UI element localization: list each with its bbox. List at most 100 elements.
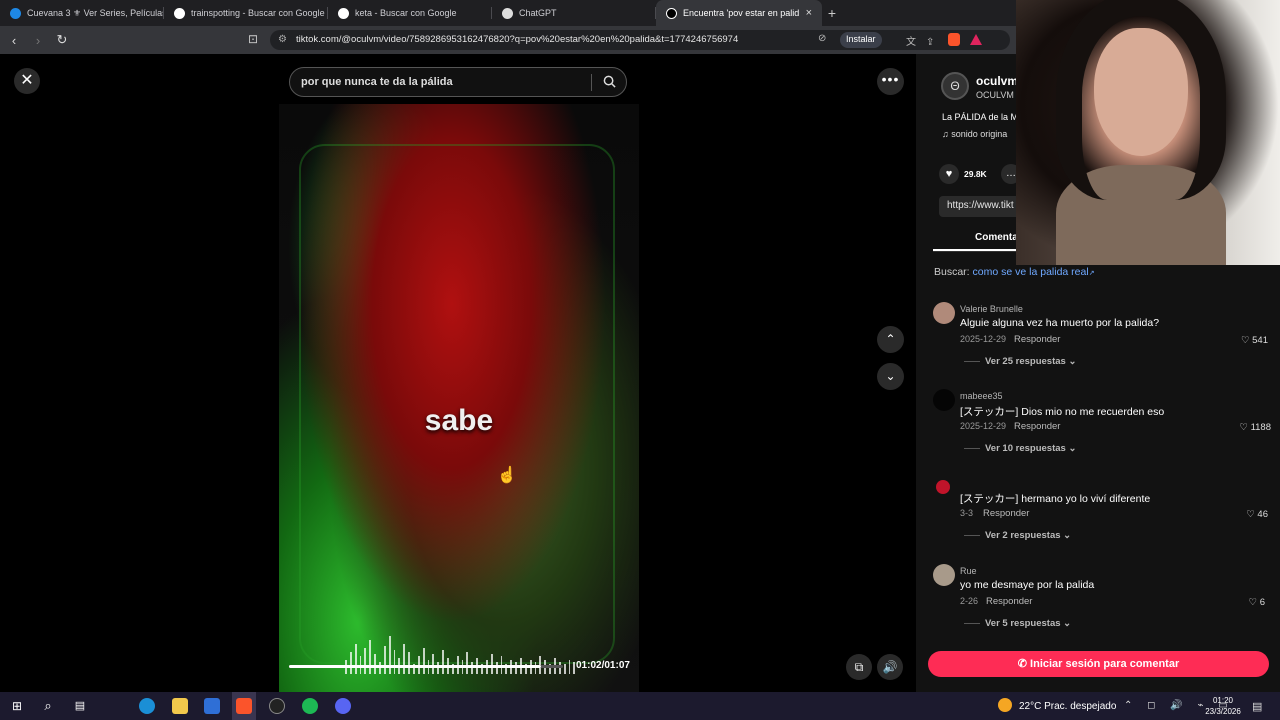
weather-icon[interactable] [998,698,1012,712]
brave-shield-icon[interactable] [948,33,960,46]
address-bar-row: ‹ › ↻ ⊡ ⚙ tiktok.com/@oculvm/video/75892… [0,26,1016,54]
view-replies-button[interactable]: Ver 25 respuestas ⌄ [964,356,1076,367]
close-video-button[interactable]: ✕ [14,68,40,94]
spotify-icon[interactable] [302,698,318,714]
comment-like-count: 1188 [1250,422,1271,433]
tab-label: keta - Buscar con Google [355,8,457,18]
brave-rewards-icon[interactable] [970,34,982,45]
tab-tiktok-active[interactable]: Encuentra 'pov estar en palid × [656,0,822,26]
waveform-bar [364,648,367,674]
reload-icon[interactable]: ↻ [52,32,72,48]
task-view-icon[interactable]: ▤ [72,698,88,714]
login-to-comment-button[interactable]: ✆ Iniciar sesión para comentar [928,651,1269,677]
view-replies-button[interactable]: Ver 2 respuestas ⌄ [964,530,1071,541]
site-info-icon[interactable]: ⚙ [278,34,287,45]
obs-icon[interactable] [269,698,285,714]
music-label[interactable]: ♫ sonido origina [942,129,1007,139]
url-text: tiktok.com/@oculvm/video/758928695316247… [296,34,739,45]
view-replies-button[interactable]: Ver 10 respuestas ⌄ [964,443,1076,454]
copilot-icon[interactable] [106,698,122,714]
notifications-icon[interactable]: ▤ [1252,700,1262,713]
video-player[interactable]: sabe [279,104,639,692]
comment-username[interactable]: Rue [960,566,977,576]
waveform-bar [403,644,406,674]
view-replies-button[interactable]: Ver 5 respuestas ⌄ [964,618,1071,629]
next-video-button[interactable]: ⌄ [877,363,904,390]
search-suggestion: Buscar: como se ve la palida real↗ [934,266,1095,278]
reply-button[interactable]: Responder [986,596,1032,607]
comment-text: [ステッカー] hermano yo lo viví diferente [960,493,1151,505]
search-icon[interactable] [603,75,616,88]
more-options-button[interactable]: ••• [877,68,904,95]
tab-label: Encuentra 'pov estar en palid [683,8,800,18]
waveform-bar [374,654,377,674]
tab-close-icon[interactable]: × [806,7,812,19]
comment-like[interactable]: ♡ 6 [1219,597,1265,608]
author-name[interactable]: oculvm [976,74,1018,88]
comment-like[interactable]: ♡ 46 [1222,509,1268,520]
back-icon[interactable]: ‹ [4,33,24,48]
commenter-avatar[interactable] [936,480,950,494]
translate-share-icons[interactable]: 文⇪ [906,33,944,48]
waveform-bar [466,652,469,674]
previous-video-button[interactable]: ⌃ [877,326,904,353]
picture-in-picture-icon[interactable]: ⧉ [846,654,872,680]
comment-username[interactable]: mabeee35 [960,391,1003,401]
waveform-bar [534,662,537,674]
url-field[interactable]: ⚙ tiktok.com/@oculvm/video/7589286953162… [270,30,1010,50]
volume-icon[interactable]: 🔊 [877,654,903,680]
search-suggestion-icon: ↗ [1088,270,1095,277]
author-avatar[interactable]: Θ [941,72,969,100]
tab-keta[interactable]: keta - Buscar con Google [328,0,492,26]
waveform-bar [388,636,391,674]
waveform-bar [515,662,517,674]
reply-button[interactable]: Responder [983,508,1029,519]
reply-button[interactable]: Responder [1014,334,1060,345]
tab-trainspotting[interactable]: trainspotting - Buscar con Google [164,0,328,26]
comment-like-count: 6 [1259,597,1265,608]
weather-text[interactable]: 22°C Prac. despejado [1019,701,1116,712]
waveform-bar [422,648,425,674]
tiktok-favicon-icon [666,7,677,19]
file-explorer-icon[interactable] [172,698,188,714]
system-clock[interactable]: 01:20 23/3/2026 [1200,695,1246,717]
comment-like[interactable]: ♡ 1188 [1225,422,1271,433]
waveform-bar [369,640,372,674]
bookmark-icon[interactable]: ⊡ [248,32,258,46]
commenter-avatar[interactable] [933,302,955,324]
waveform-bar [568,660,571,674]
like-count: 29.8K [964,169,987,179]
search-suggestion-link[interactable]: como se ve la palida real [973,266,1089,278]
comment-text: yo me desmaye por la palida [960,579,1095,591]
google-favicon-icon [174,7,185,19]
chatgpt-favicon-icon [502,7,513,19]
search-taskbar-icon[interactable]: ⌕ [40,698,56,714]
reader-mode-icon[interactable]: ⊘ [818,33,838,44]
comment-username[interactable]: Valerie Brunelle [960,304,1023,314]
view-replies-label: Ver 10 respuestas [985,443,1066,454]
commenter-avatar[interactable] [933,389,955,411]
search-input[interactable]: por que nunca te da la pálida [289,67,627,97]
discord-icon[interactable] [335,698,351,714]
new-tab-button[interactable]: + [822,5,842,21]
edge-icon[interactable] [139,698,155,714]
reply-button[interactable]: Responder [1014,421,1060,432]
waveform-bar [408,652,411,674]
waveform-bar [437,662,440,674]
install-app-button[interactable]: Instalar [840,32,882,48]
tab-chatgpt[interactable]: ChatGPT [492,0,656,26]
heart-icon[interactable]: ♥ [939,164,959,184]
waveform-bar [349,652,352,674]
author-handle: OCULVM [976,90,1014,100]
login-button-label: Iniciar sesión para comentar [1030,658,1180,670]
video-progress-bar[interactable] [289,665,563,668]
forward-icon[interactable]: › [28,33,48,48]
brave-taskbar-icon[interactable] [236,698,252,714]
webcam-person-face [1094,28,1188,156]
comment-like[interactable]: ♡ 541 [1222,335,1268,346]
store-icon[interactable] [204,698,220,714]
tab-cuevana[interactable]: Cuevana 3 ⚜ Ver Series, Películas y [0,0,164,26]
comment-like-count: 541 [1252,335,1268,346]
windows-start-icon[interactable]: ⊞ [9,698,25,714]
commenter-avatar[interactable] [933,564,955,586]
